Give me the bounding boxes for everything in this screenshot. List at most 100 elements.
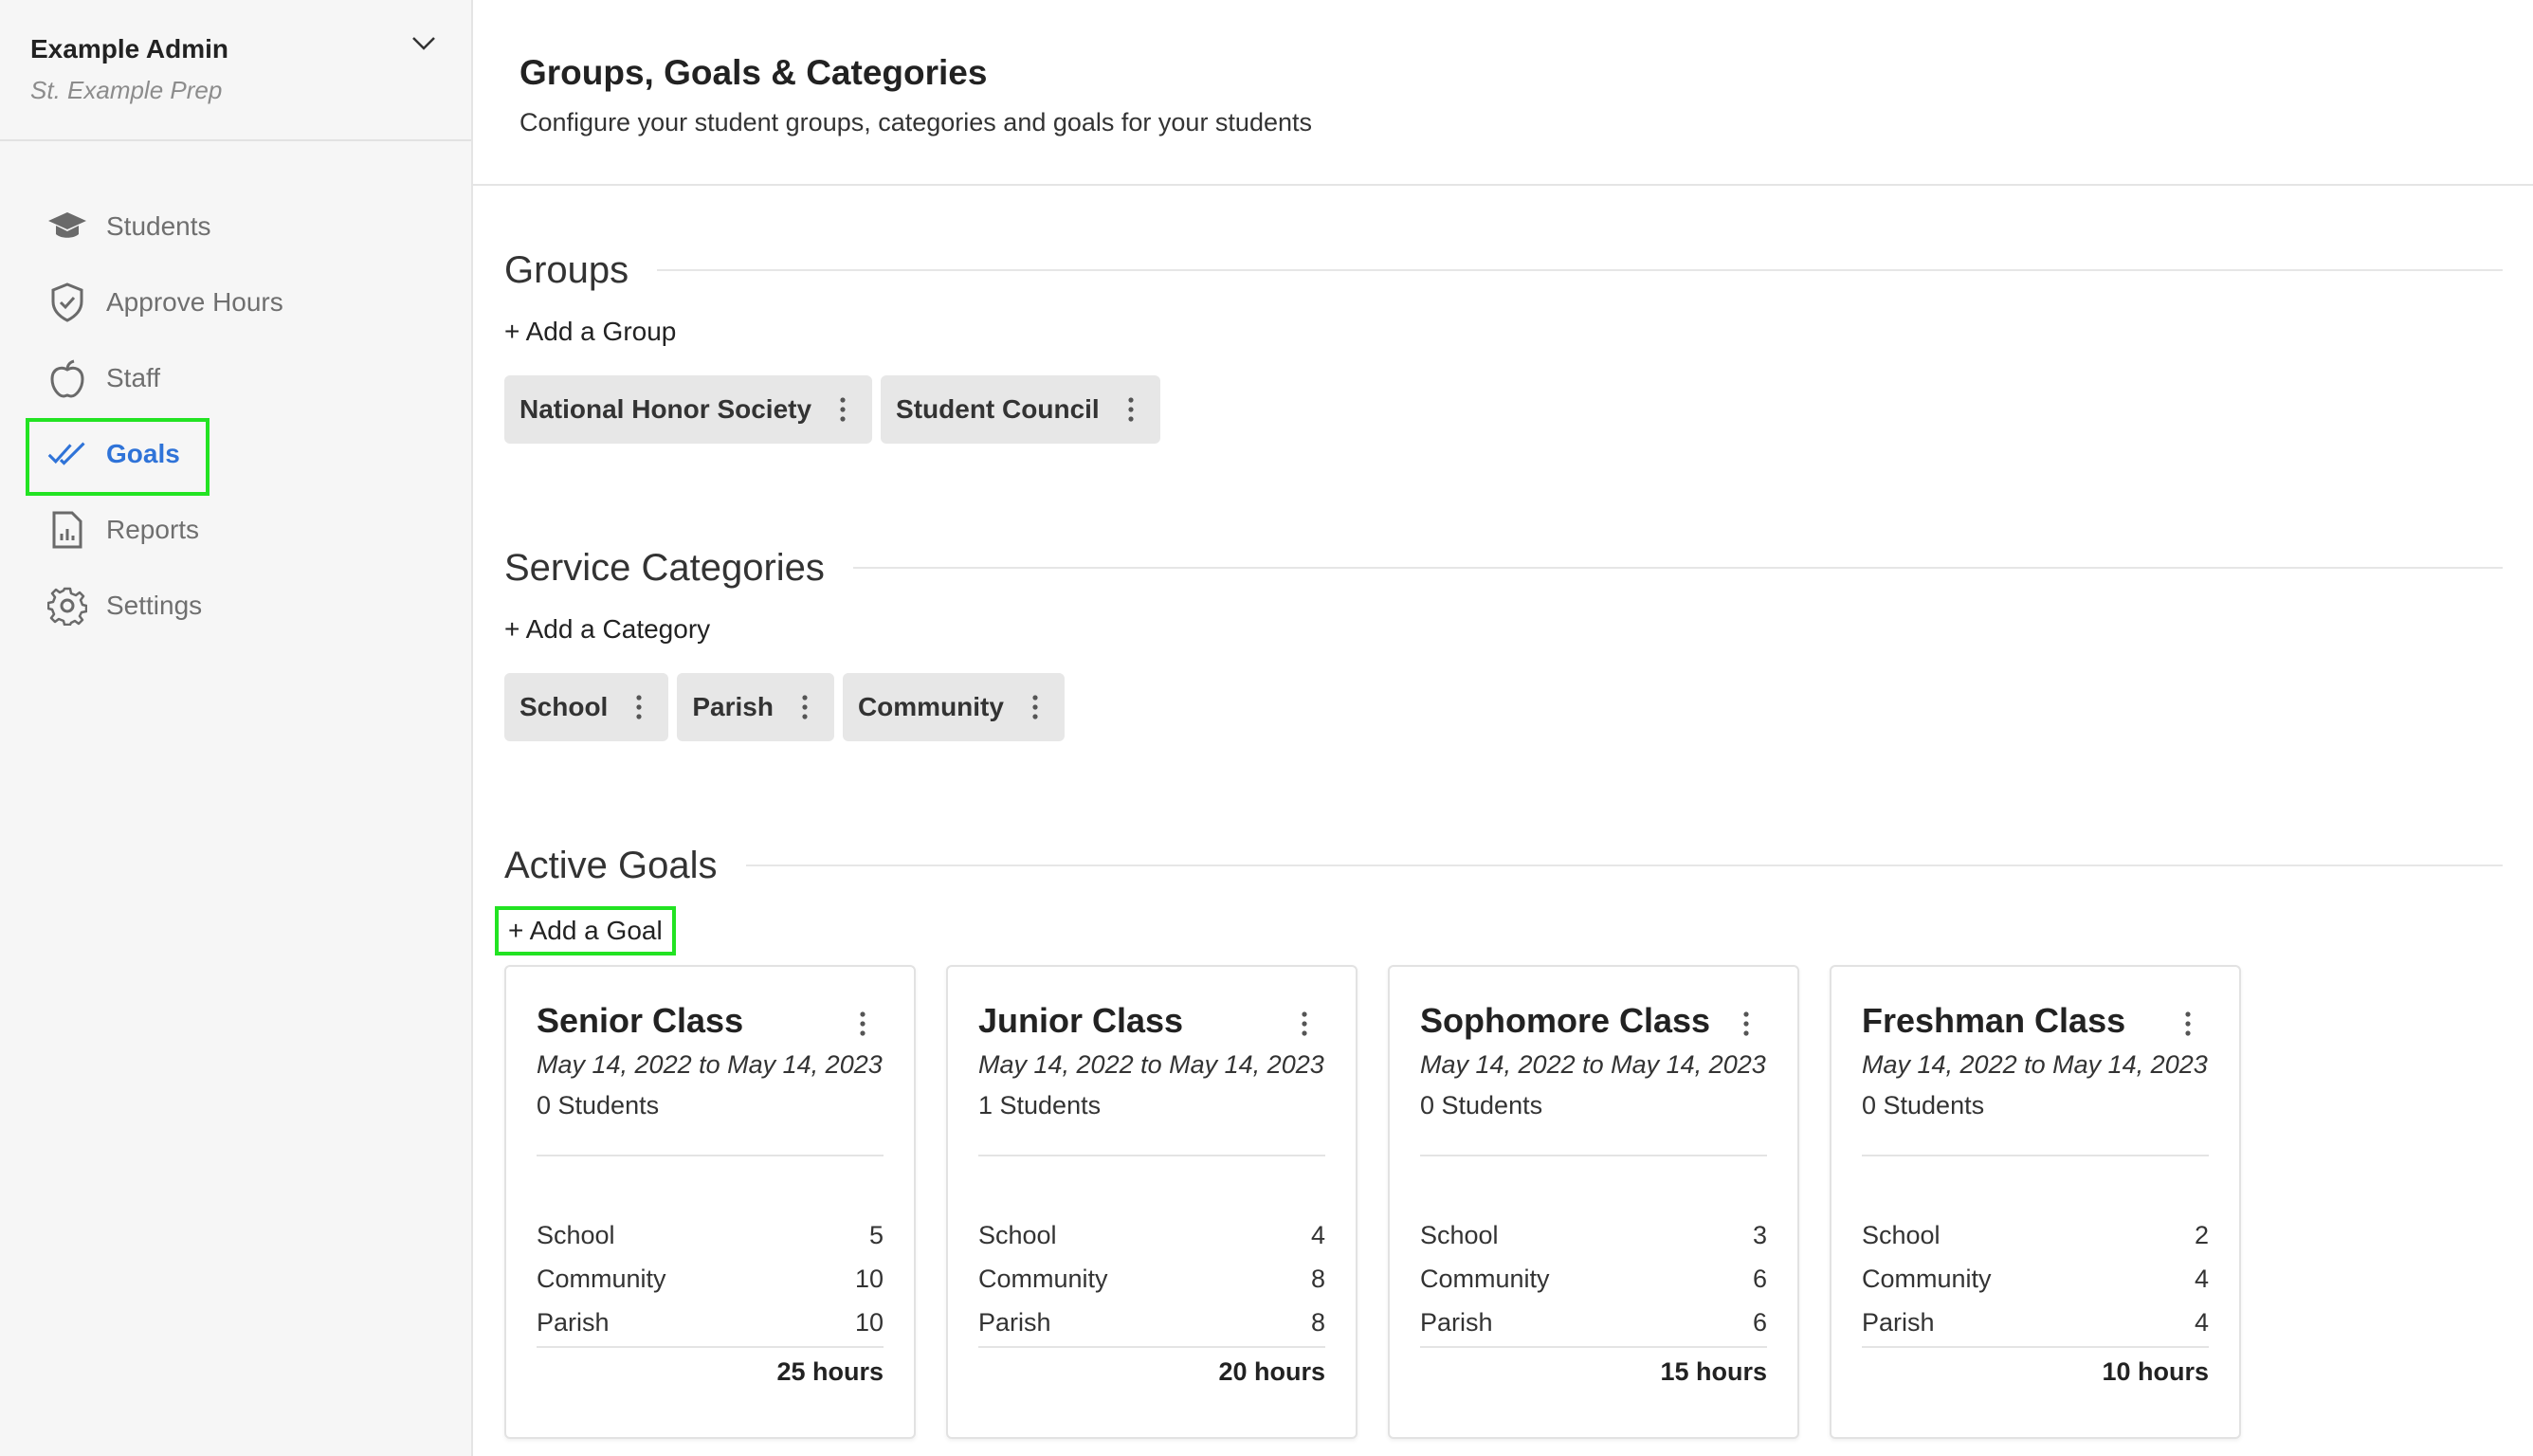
row-label: Community — [1420, 1264, 1550, 1293]
section-header: Active Goals — [504, 836, 2533, 895]
add-category-button[interactable]: + Add a Category — [504, 614, 710, 645]
kebab-menu-icon[interactable] — [2177, 1005, 2199, 1043]
category-chip[interactable]: School — [504, 673, 669, 741]
row-label: Parish — [1420, 1307, 1493, 1337]
kebab-menu-icon[interactable] — [791, 688, 819, 726]
sidebar-item-approve-hours[interactable]: Approve Hours — [0, 264, 471, 340]
row-value: 10 — [854, 1264, 884, 1293]
row-value: 4 — [1310, 1220, 1325, 1249]
kebab-menu-icon[interactable] — [829, 391, 857, 428]
group-chip[interactable]: Student Council — [881, 375, 1160, 444]
row-label: Parish — [537, 1307, 610, 1337]
row-label: School — [537, 1220, 615, 1249]
goal-card-row: School 3 — [1420, 1213, 1767, 1257]
goal-card-students: 1 Students — [978, 1091, 1102, 1119]
account-name: Example Admin — [30, 34, 229, 64]
goal-card[interactable]: Freshman Class May 14, 2022 to May 14, 2… — [1830, 965, 2241, 1439]
sidebar-item-staff[interactable]: Staff — [0, 340, 471, 416]
goal-card[interactable]: Sophomore Class May 14, 2022 to May 14, … — [1388, 965, 1799, 1439]
goal-card-students: 0 Students — [537, 1091, 660, 1119]
page-header: Groups, Goals & Categories Configure you… — [473, 0, 2533, 186]
goal-card-dates: May 14, 2022 to May 14, 2023 — [978, 1050, 1324, 1079]
section-title: Groups — [504, 248, 629, 291]
kebab-menu-icon[interactable] — [851, 1005, 874, 1043]
app-root: Example Admin St. Example Prep Students … — [0, 0, 2533, 1456]
goal-card-row: School 5 — [537, 1213, 884, 1257]
sidebar-item-label: Approve Hours — [106, 287, 283, 317]
shield-check-icon — [47, 282, 87, 322]
goal-card-dates: May 14, 2022 to May 14, 2023 — [537, 1050, 883, 1079]
goal-card-total: 20 hours — [1218, 1357, 1325, 1386]
sidebar-item-reports[interactable]: Reports — [0, 492, 471, 568]
goal-card-students: 0 Students — [1420, 1091, 1543, 1119]
row-value: 4 — [2194, 1307, 2209, 1337]
groups-section: Groups + Add a Group National Honor Soci… — [473, 241, 2533, 444]
sidebar-nav: Students Approve Hours Staff Goals Repor… — [0, 141, 471, 644]
sidebar-item-label: Goals — [106, 439, 180, 468]
goal-card-rows: School 2 Community 4 Parish 4 — [1862, 1213, 2209, 1344]
kebab-menu-icon[interactable] — [1735, 1005, 1758, 1043]
goal-card-row: Parish 10 — [537, 1301, 884, 1344]
group-chip[interactable]: National Honor Society — [504, 375, 873, 444]
sidebar-item-settings[interactable]: Settings — [0, 568, 471, 644]
category-chip[interactable]: Parish — [677, 673, 834, 741]
goal-card-title: Freshman Class — [1862, 1001, 2126, 1040]
chip-label: Student Council — [896, 394, 1100, 424]
goal-card-row: School 2 — [1862, 1213, 2209, 1257]
goal-card-total: 15 hours — [1660, 1357, 1767, 1386]
divider — [537, 1346, 884, 1348]
apple-icon — [47, 358, 87, 398]
double-check-icon — [47, 434, 87, 474]
gear-icon — [47, 586, 87, 626]
page-subtitle: Configure your student groups, categorie… — [519, 108, 1312, 136]
divider — [1862, 1155, 2209, 1156]
categories-section: Service Categories + Add a Category Scho… — [473, 538, 2533, 741]
goal-card-row: School 4 — [978, 1213, 1325, 1257]
sidebar-item-label: Staff — [106, 363, 161, 392]
add-goal-button[interactable]: + Add a Goal — [495, 906, 676, 956]
kebab-menu-icon[interactable] — [1293, 1005, 1316, 1043]
group-chips: National Honor Society Student Council — [504, 375, 2533, 444]
goal-card-row: Parish 4 — [1862, 1301, 2209, 1344]
row-value: 2 — [2194, 1220, 2209, 1249]
goal-card-rows: School 3 Community 6 Parish 6 — [1420, 1213, 1767, 1344]
add-group-button[interactable]: + Add a Group — [504, 317, 676, 347]
goal-card-rows: School 5 Community 10 Parish 10 — [537, 1213, 884, 1344]
divider — [852, 567, 2503, 569]
divider — [978, 1155, 1325, 1156]
chevron-down-icon[interactable] — [409, 28, 439, 59]
chip-label: Parish — [692, 692, 774, 721]
kebab-menu-icon[interactable] — [1021, 688, 1049, 726]
goal-card[interactable]: Junior Class May 14, 2022 to May 14, 202… — [946, 965, 1358, 1439]
kebab-menu-icon[interactable] — [1117, 391, 1145, 428]
sidebar-item-label: Students — [106, 211, 211, 241]
row-label: Parish — [1862, 1307, 1935, 1337]
divider — [745, 864, 2503, 866]
goal-card-title: Sophomore Class — [1420, 1001, 1711, 1040]
row-label: Community — [537, 1264, 666, 1293]
row-label: School — [978, 1220, 1057, 1249]
goal-card[interactable]: Senior Class May 14, 2022 to May 14, 202… — [504, 965, 916, 1439]
section-title: Active Goals — [504, 844, 718, 886]
section-header: Service Categories — [504, 538, 2533, 597]
goal-card-title: Junior Class — [978, 1001, 1184, 1040]
account-switcher[interactable]: Example Admin St. Example Prep — [0, 0, 471, 141]
goal-card-row: Community 10 — [537, 1257, 884, 1301]
goal-card-row: Community 4 — [1862, 1257, 2209, 1301]
row-value: 4 — [2194, 1264, 2209, 1293]
row-label: School — [1862, 1220, 1941, 1249]
divider — [1420, 1155, 1767, 1156]
goal-card-total: 10 hours — [2102, 1357, 2209, 1386]
category-chip[interactable]: Community — [842, 673, 1065, 741]
chip-label: Community — [857, 692, 1004, 721]
graduation-cap-icon — [47, 207, 87, 246]
sidebar-item-goals[interactable]: Goals — [0, 416, 471, 496]
goal-card-row: Parish 8 — [978, 1301, 1325, 1344]
row-value: 5 — [868, 1220, 884, 1249]
sidebar-item-students[interactable]: Students — [0, 189, 471, 264]
goal-card-rows: School 4 Community 8 Parish 8 — [978, 1213, 1325, 1344]
sidebar: Example Admin St. Example Prep Students … — [0, 0, 473, 1456]
row-value: 10 — [854, 1307, 884, 1337]
kebab-menu-icon[interactable] — [625, 688, 653, 726]
account-school: St. Example Prep — [30, 76, 223, 104]
